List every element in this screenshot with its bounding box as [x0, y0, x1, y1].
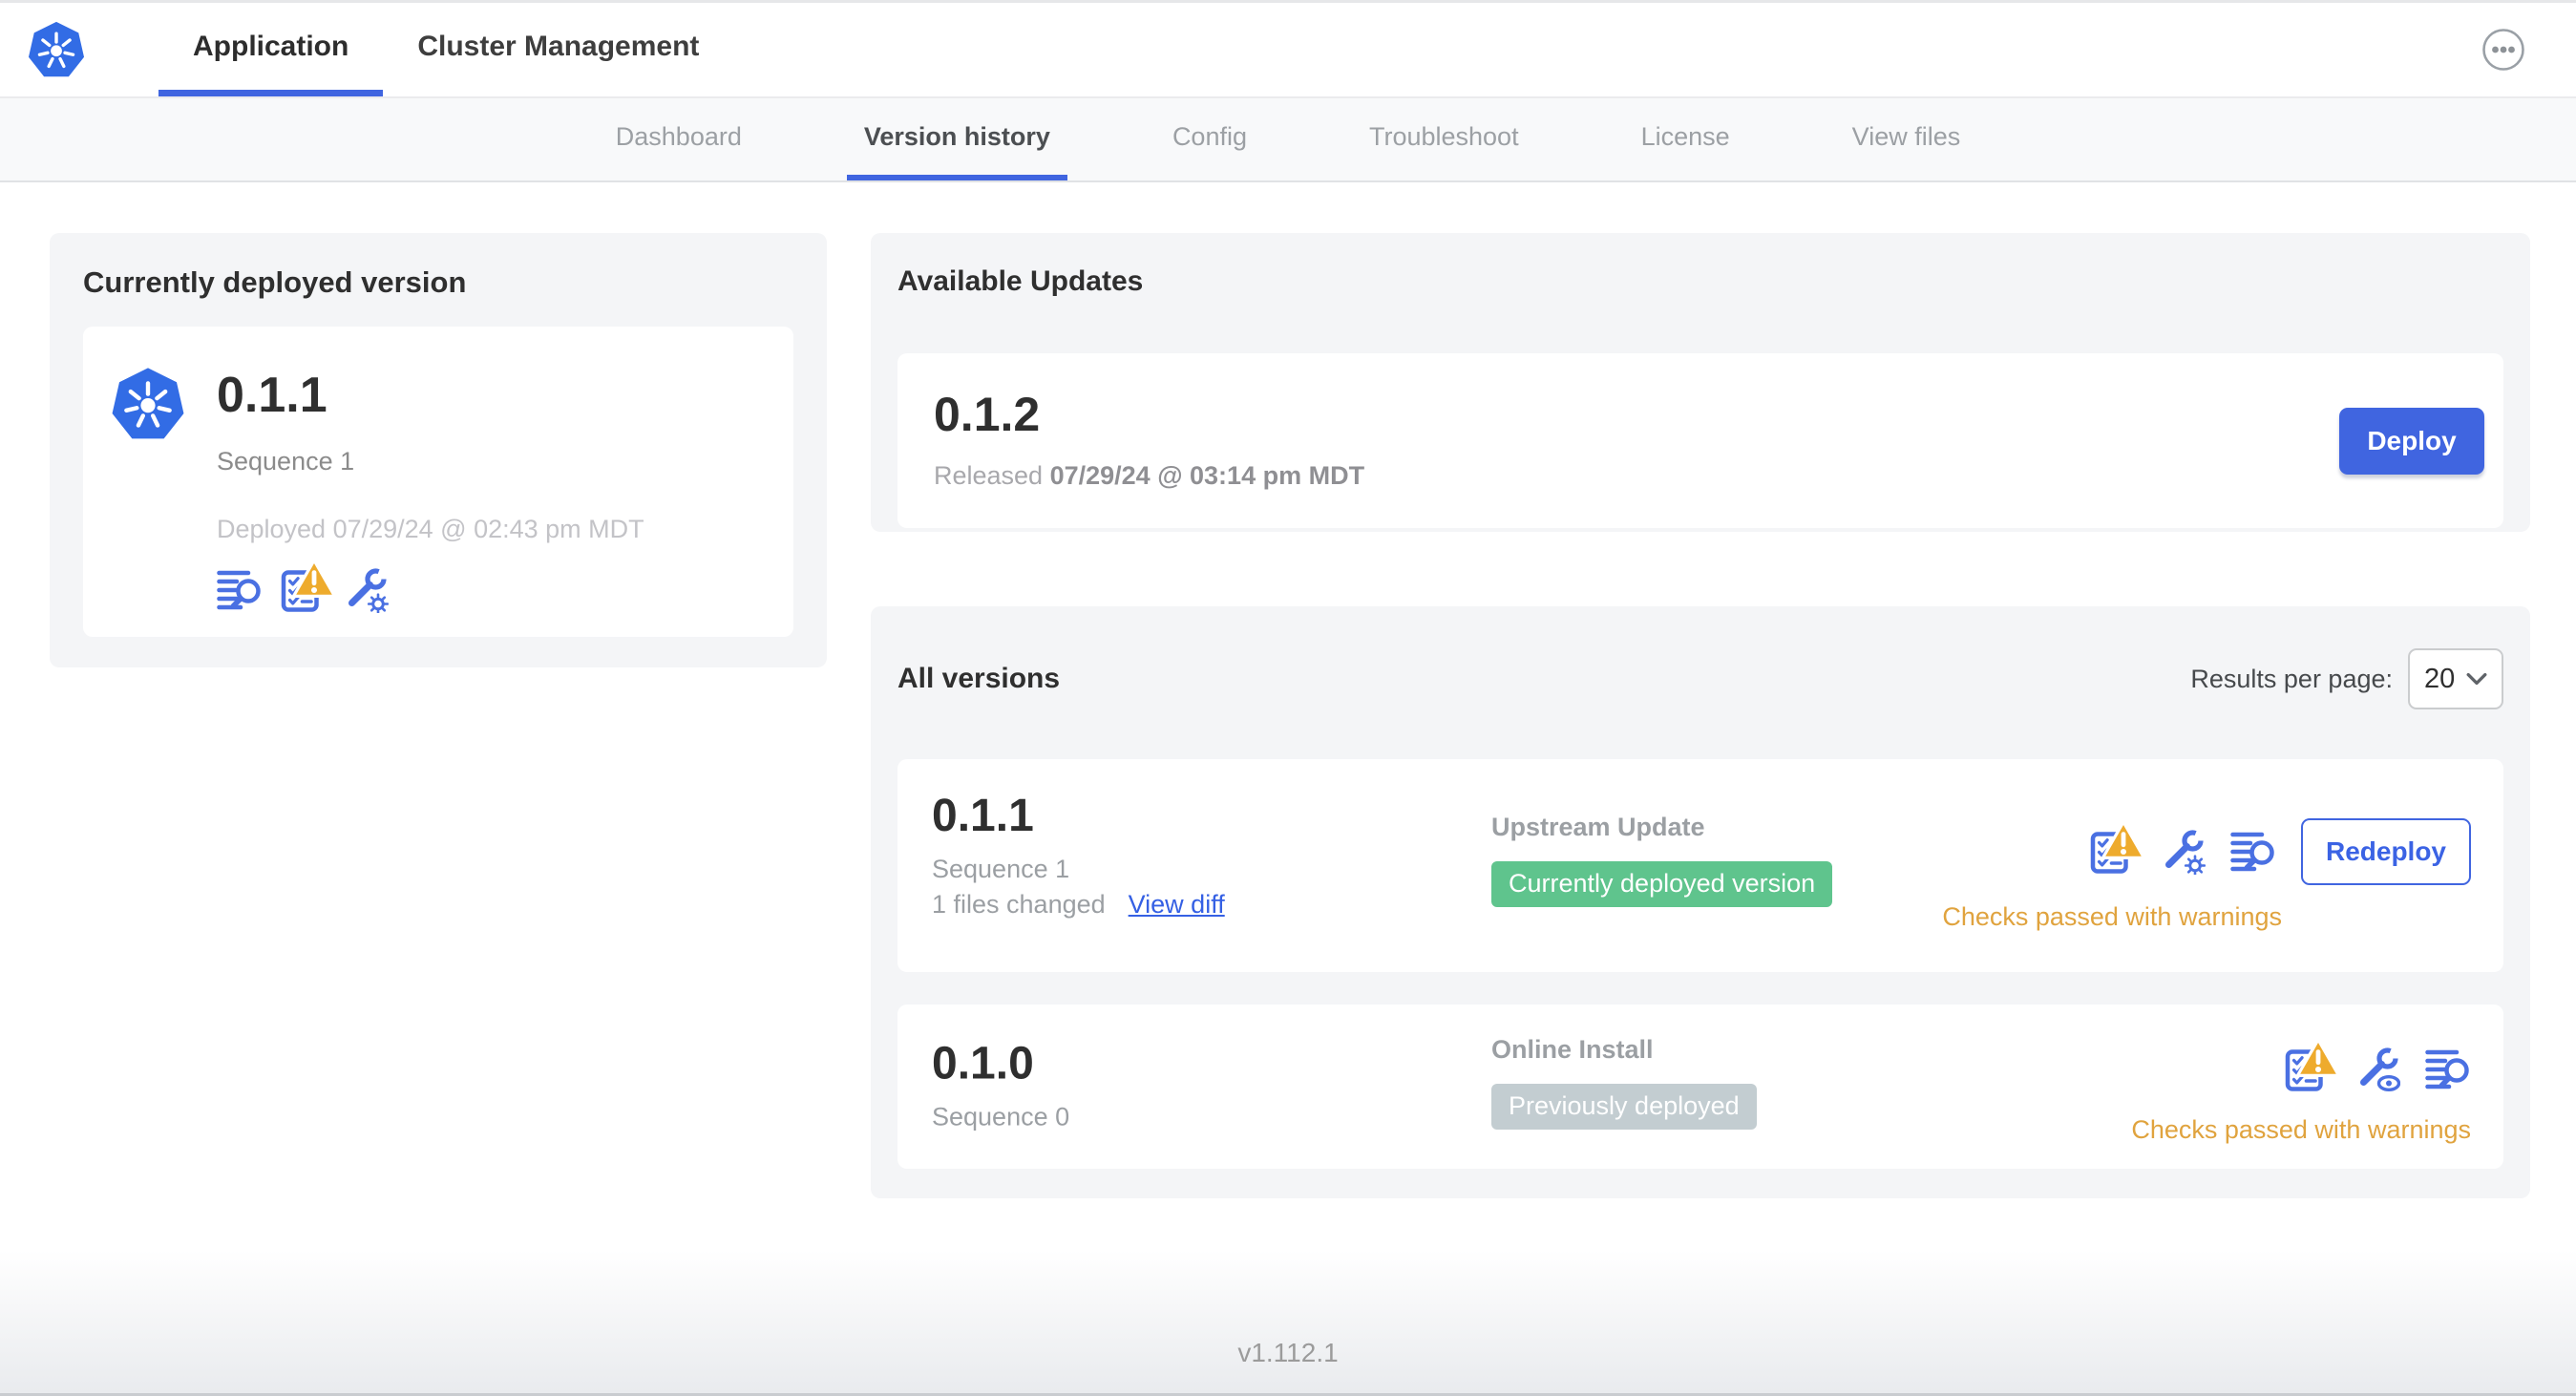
version-row-0-1-0: 0.1.0 Sequence 0 Online Install Previous…: [897, 1005, 2503, 1169]
row-sequence: Sequence 0: [932, 1102, 1070, 1132]
tab-config[interactable]: Config: [1155, 98, 1264, 180]
available-update-row: 0.1.2 Released 07/29/24 @ 03:14 pm MDT D…: [897, 353, 2503, 528]
source-label: Upstream Update: [1491, 813, 1705, 841]
kubernetes-logo-icon: [110, 365, 186, 443]
preflight-checks-warning-icon[interactable]: [2089, 829, 2135, 875]
preflight-checks-warning-icon[interactable]: [280, 567, 326, 613]
view-config-icon[interactable]: [2354, 1047, 2400, 1092]
deployed-sequence: Sequence 1: [217, 447, 355, 476]
warning-triangle-icon: [291, 556, 337, 602]
status-badge: Currently deployed version: [1491, 861, 1833, 907]
currently-deployed-card: Currently deployed version 0.1.1 Sequenc…: [50, 233, 827, 667]
results-per-page: Results per page: 20: [2190, 648, 2503, 709]
tab-application[interactable]: Application: [158, 3, 384, 96]
version-source: Upstream Update Currently deployed versi…: [1491, 813, 1833, 907]
version-actions: Redeploy Checks passed with warnings: [1942, 818, 2471, 932]
deploy-button[interactable]: Deploy: [2339, 407, 2484, 475]
currently-deployed-title: Currently deployed version: [83, 265, 467, 299]
deployed-version-number: 0.1.1: [217, 368, 327, 423]
warning-triangle-icon: [2101, 817, 2146, 863]
source-label: Online Install: [1491, 1035, 1654, 1064]
row-version-number: 0.1.1: [932, 791, 1034, 841]
diff-icon[interactable]: [217, 567, 263, 613]
ellipsis-menu-icon: [2482, 29, 2524, 71]
currently-deployed-version-panel: 0.1.1 Sequence 1 Deployed 07/29/24 @ 02:…: [83, 327, 793, 637]
app-sub-nav: Dashboard Version history Config Trouble…: [0, 98, 2576, 182]
edit-config-icon[interactable]: [343, 567, 389, 613]
deployed-timestamp: Deployed 07/29/24 @ 02:43 pm MDT: [217, 515, 644, 543]
row-version-number: 0.1.0: [932, 1038, 1034, 1089]
diff-icon[interactable]: [2425, 1047, 2471, 1092]
all-versions-card: All versions Results per page: 20 0.1.1 …: [871, 606, 2530, 1198]
app-logo: [27, 3, 86, 96]
redeploy-button[interactable]: Redeploy: [2300, 818, 2471, 885]
tab-version-history[interactable]: Version history: [846, 98, 1067, 180]
tab-view-files[interactable]: View files: [1835, 98, 1978, 180]
kubernetes-logo-icon: [27, 20, 86, 78]
version-source: Online Install Previously deployed: [1491, 1035, 1757, 1130]
available-updates-title: Available Updates: [897, 265, 1144, 297]
checks-status[interactable]: Checks passed with warnings: [2131, 1115, 2471, 1145]
actions-row: [2284, 1047, 2471, 1092]
tab-troubleshoot[interactable]: Troubleshoot: [1352, 98, 1536, 180]
update-released-line: Released 07/29/24 @ 03:14 pm MDT: [934, 461, 1364, 491]
status-badge: Previously deployed: [1491, 1084, 1757, 1130]
top-nav: Application Cluster Management: [0, 3, 2576, 98]
preflight-checks-warning-icon[interactable]: [2284, 1047, 2330, 1092]
edit-config-icon[interactable]: [2160, 829, 2206, 875]
top-nav-right: [2481, 3, 2576, 96]
diff-icon[interactable]: [2230, 829, 2276, 875]
tab-license[interactable]: License: [1624, 98, 1747, 180]
update-info: 0.1.2 Released 07/29/24 @ 03:14 pm MDT: [934, 391, 1364, 491]
available-updates-card: Available Updates 0.1.2 Released 07/29/2…: [871, 233, 2530, 532]
console-version: v1.112.1: [1237, 1338, 1339, 1367]
version-actions: Checks passed with warnings: [2131, 1047, 2471, 1145]
top-nav-tabs: Application Cluster Management: [158, 3, 733, 96]
results-per-page-label: Results per page:: [2190, 664, 2393, 693]
results-per-page-value: 20: [2424, 663, 2456, 694]
row-files-changed: 1 files changed View diff: [932, 890, 1225, 920]
deployed-version-info: 0.1.1 Sequence 1 Deployed 07/29/24 @ 02:…: [217, 363, 644, 613]
admin-console-page: Application Cluster Management Dashboard…: [0, 0, 2576, 1396]
view-diff-link[interactable]: View diff: [1129, 890, 1225, 920]
tab-cluster-management[interactable]: Cluster Management: [383, 3, 733, 96]
overflow-menu-button[interactable]: [2481, 27, 2526, 73]
all-versions-header: All versions Results per page: 20: [897, 648, 2503, 709]
chevron-down-icon: [2466, 672, 2487, 686]
results-per-page-select[interactable]: 20: [2408, 648, 2503, 709]
all-versions-title: All versions: [897, 663, 1061, 694]
tab-dashboard[interactable]: Dashboard: [599, 98, 759, 180]
footer: v1.112.1: [0, 1250, 2576, 1393]
version-info: 0.1.1 Sequence 1 1 files changed View di…: [932, 793, 1225, 920]
warning-triangle-icon: [2295, 1035, 2341, 1081]
deployed-action-icons: [217, 567, 644, 613]
released-label: Released: [934, 461, 1044, 490]
row-sequence: Sequence 1: [932, 855, 1070, 883]
version-row-0-1-1: 0.1.1 Sequence 1 1 files changed View di…: [897, 759, 2503, 972]
actions-row: Redeploy: [2089, 818, 2471, 885]
released-timestamp: 07/29/24 @ 03:14 pm MDT: [1049, 461, 1365, 490]
version-info: 0.1.0 Sequence 0: [932, 1038, 1070, 1132]
files-changed-text: 1 files changed: [932, 890, 1106, 919]
version-rows: 0.1.1 Sequence 1 1 files changed View di…: [897, 759, 2503, 1169]
checks-status[interactable]: Checks passed with warnings: [1942, 902, 2282, 932]
update-version-number: 0.1.2: [934, 388, 1041, 441]
